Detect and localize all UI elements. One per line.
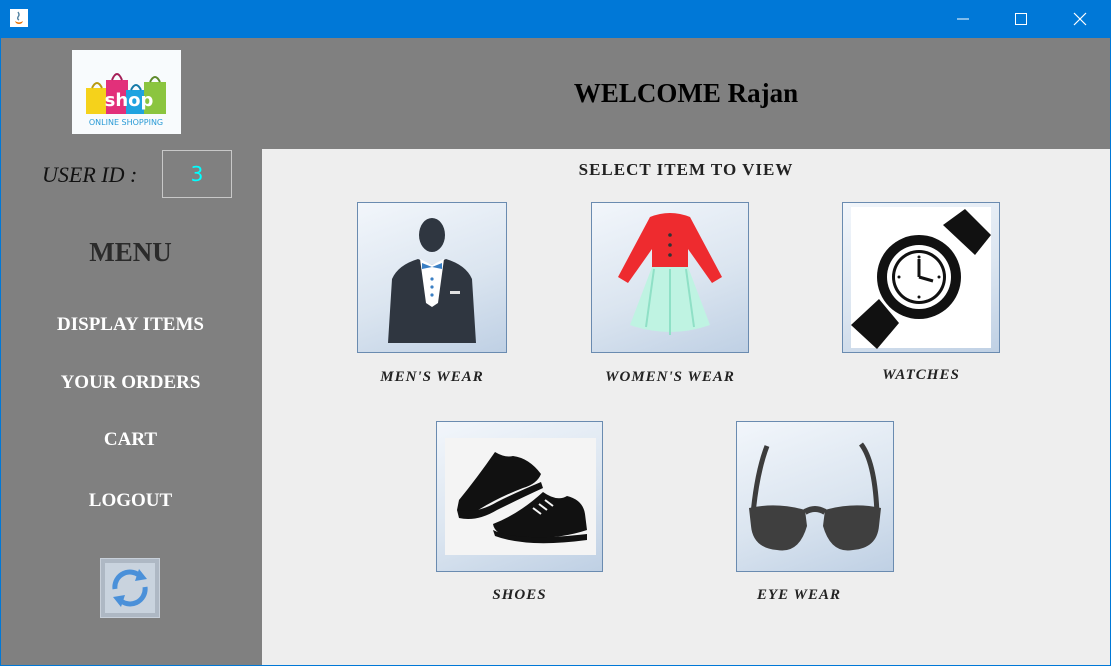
womens-wear-button[interactable]	[591, 202, 749, 353]
menu-title: MENU	[89, 237, 172, 267]
maximize-button[interactable]	[992, 0, 1050, 38]
java-app-icon	[10, 9, 28, 27]
watches-button[interactable]	[842, 202, 1000, 353]
title-bar	[0, 0, 1111, 38]
shoes-label: SHOES	[492, 587, 547, 603]
mens-wear-button[interactable]	[357, 202, 507, 353]
refresh-icon	[105, 563, 155, 613]
maximize-icon	[1015, 13, 1027, 25]
user-id-label: USER ID :	[42, 162, 138, 187]
menu-item-display-items[interactable]: DISPLAY ITEMS	[0, 314, 261, 336]
menu-item-cart[interactable]: CART	[0, 429, 261, 451]
mens-wear-label: MEN'S WEAR	[380, 369, 484, 385]
logo-subtitle: ONLINE SHOPPING	[89, 118, 163, 127]
refresh-button[interactable]	[100, 558, 160, 618]
watches-label: WATCHES	[882, 367, 960, 383]
suit-icon	[388, 218, 476, 343]
shop-logo: shop ONLINE SHOPPING	[72, 50, 181, 134]
logo-text: shop	[105, 90, 154, 111]
welcome-title: WELCOME Rajan	[573, 78, 799, 108]
eye-wear-button[interactable]	[736, 421, 894, 572]
close-button[interactable]	[1051, 0, 1109, 38]
womens-wear-label: WOMEN'S WEAR	[605, 369, 735, 385]
minimize-icon	[957, 18, 969, 20]
shoes-button[interactable]	[436, 421, 603, 572]
menu-item-logout[interactable]: LOGOUT	[0, 490, 261, 512]
eye-wear-label: EYE WEAR	[756, 587, 841, 603]
select-item-title: SELECT ITEM TO VIEW	[578, 160, 794, 179]
dress-icon	[618, 213, 722, 335]
sunglasses-icon	[749, 442, 881, 551]
shoes-icon	[457, 452, 587, 544]
menu-item-your-orders[interactable]: YOUR ORDERS	[0, 372, 261, 394]
minimize-button[interactable]	[934, 0, 992, 38]
user-id-field[interactable]: 3	[162, 150, 232, 198]
close-icon	[1073, 12, 1087, 26]
watch-icon	[851, 209, 991, 349]
